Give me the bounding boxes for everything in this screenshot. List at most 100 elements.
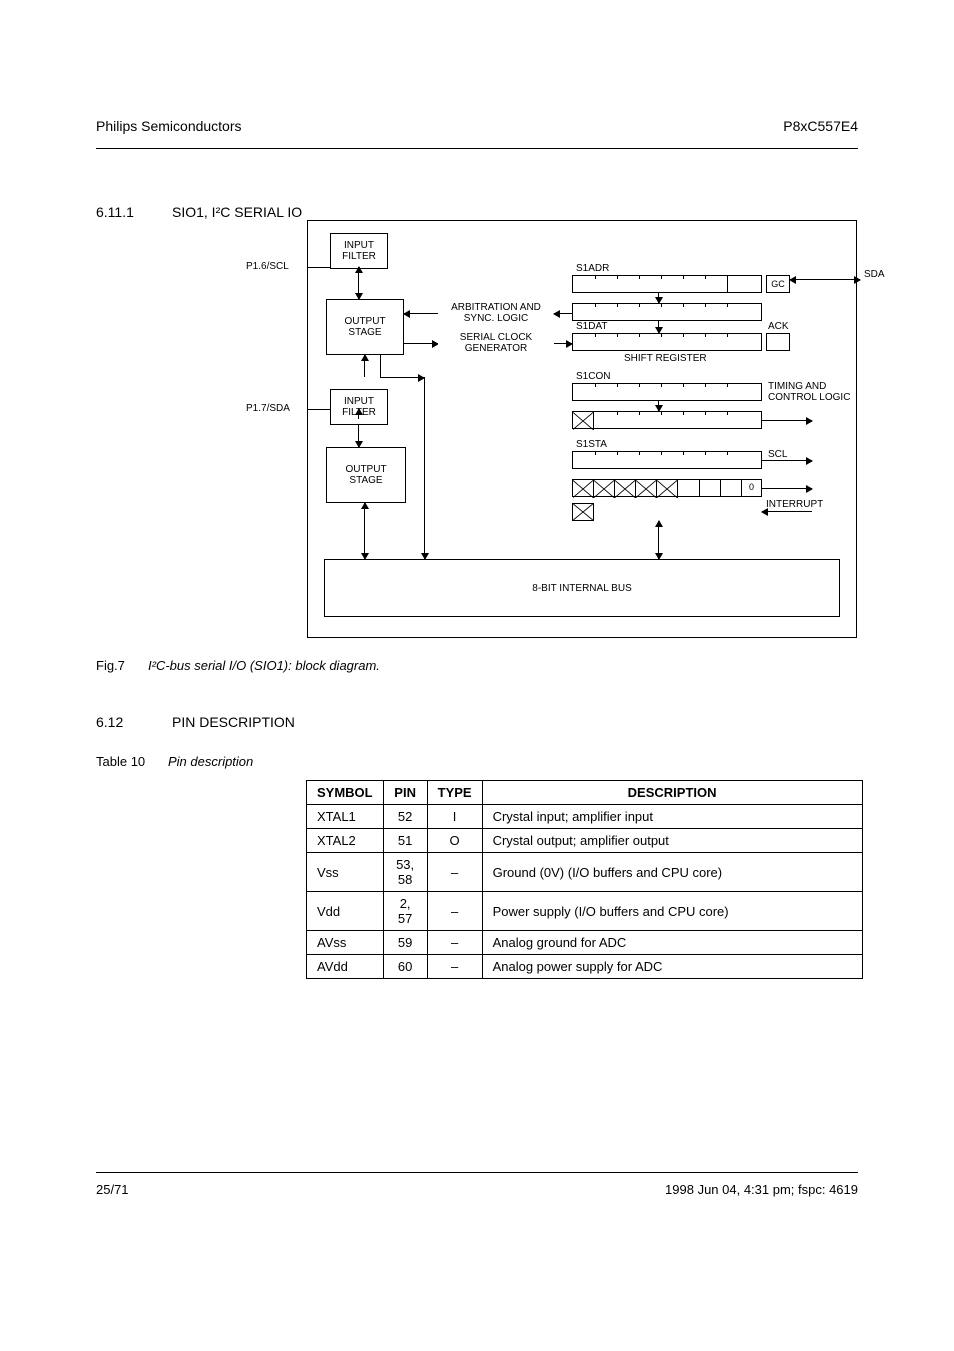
reg-ack	[766, 333, 790, 351]
table-row: XTAL1 52 I Crystal input; amplifier inpu…	[307, 805, 863, 829]
wire	[658, 521, 659, 559]
table-caption-number: Table 10	[96, 754, 145, 769]
table-caption-title: Pin description	[168, 754, 253, 769]
wire	[762, 420, 812, 421]
label-timing: TIMING AND CONTROL LOGIC	[768, 381, 850, 403]
header-vendor: Philips Semiconductors	[96, 118, 242, 134]
reg-control	[572, 411, 762, 429]
page: Philips Semiconductors P8xC557E4 6.11.1 …	[0, 0, 954, 1351]
wire	[364, 525, 365, 559]
block-output-stage-2: OUTPUT STAGE	[326, 447, 406, 503]
label-ack: ACK	[768, 321, 789, 332]
cell-pin: 52	[383, 805, 427, 829]
reg-s1dat	[572, 333, 762, 351]
reg-status: 0	[572, 479, 762, 497]
wire	[762, 460, 812, 461]
wire	[554, 313, 572, 314]
reg-status-zero: 0	[741, 482, 762, 492]
reg-name-s1con: S1CON	[576, 371, 610, 382]
cell-symbol: Vdd	[307, 892, 384, 931]
footer-page: 25/71	[96, 1182, 129, 1197]
header-part: P8xC557E4	[783, 118, 858, 134]
wire	[404, 313, 438, 314]
wire	[358, 269, 359, 299]
label-shift-register: SHIFT REGISTER	[624, 353, 707, 364]
wire	[424, 377, 425, 559]
cell-symbol: AVdd	[307, 955, 384, 979]
col-type: TYPE	[427, 781, 482, 805]
col-symbol: SYMBOL	[307, 781, 384, 805]
cell-type: –	[427, 892, 482, 931]
cell-type: –	[427, 955, 482, 979]
reg-s1con	[572, 383, 762, 401]
table-row: XTAL2 51 O Crystal output; amplifier out…	[307, 829, 863, 853]
cell-pin: 60	[383, 955, 427, 979]
header-rule	[96, 148, 858, 149]
cell-type: –	[427, 853, 482, 892]
col-description: DESCRIPTION	[482, 781, 862, 805]
reg-name-s1adr: S1ADR	[576, 263, 609, 274]
wire	[762, 488, 812, 489]
block-input-filter-1: INPUT FILTER	[330, 233, 388, 269]
section-title: SIO1, I²C SERIAL IO	[172, 204, 302, 220]
wire	[658, 401, 659, 411]
pins-section-number: 6.12	[96, 714, 123, 730]
reg-s1adr-gc: GC	[766, 275, 790, 293]
wire	[554, 343, 572, 344]
wire-sda	[790, 279, 860, 280]
cell-desc: Power supply (I/O buffers and CPU core)	[482, 892, 862, 931]
wire	[308, 409, 330, 410]
cell-pin: 51	[383, 829, 427, 853]
block-input-filter-2: INPUT FILTER	[330, 389, 388, 425]
cell-type: O	[427, 829, 482, 853]
cell-symbol: Vss	[307, 853, 384, 892]
wire	[380, 355, 381, 377]
wire	[658, 293, 659, 303]
cell-desc: Crystal input; amplifier input	[482, 805, 862, 829]
wire	[358, 425, 359, 447]
label-clockgen: SERIAL CLOCK GENERATOR	[438, 333, 554, 353]
cell-desc: Analog power supply for ADC	[482, 955, 862, 979]
footer-rule	[96, 1172, 858, 1173]
wire	[404, 343, 438, 344]
reg-status-extra	[572, 503, 594, 521]
cell-type: I	[427, 805, 482, 829]
footer-date: 1998 Jun 04, 4:31 pm; fspc: 4619	[665, 1182, 858, 1197]
wire	[658, 321, 659, 333]
cell-pin: 53, 58	[383, 853, 427, 892]
wire	[762, 511, 812, 512]
label-scl-pin: P1.6/SCL	[246, 261, 289, 272]
table-header-row: SYMBOL PIN TYPE DESCRIPTION	[307, 781, 863, 805]
reg-s1adr	[572, 275, 762, 293]
cell-pin: 59	[383, 931, 427, 955]
table-row: AVdd 60 – Analog power supply for ADC	[307, 955, 863, 979]
figure-caption-title: I²C-bus serial I/O (SIO1): block diagram…	[148, 658, 380, 673]
label-interrupt: INTERRUPT	[766, 499, 823, 510]
col-pin: PIN	[383, 781, 427, 805]
pins-section-title: PIN DESCRIPTION	[172, 714, 295, 730]
label-sda-pin: P1.7/SDA	[246, 403, 290, 414]
block-output-stage-1: OUTPUT STAGE	[326, 299, 404, 355]
block-diagram: P1.6/SCL INPUT FILTER OUTPUT STAGE ARBIT…	[307, 220, 857, 638]
wire	[308, 267, 330, 268]
table-row: Vdd 2, 57 – Power supply (I/O buffers an…	[307, 892, 863, 931]
table-row: AVss 59 – Analog ground for ADC	[307, 931, 863, 955]
cell-symbol: XTAL2	[307, 829, 384, 853]
table-row: Vss 53, 58 – Ground (0V) (I/O buffers an…	[307, 853, 863, 892]
cell-type: –	[427, 931, 482, 955]
label-arbitration: ARBITRATION AND SYNC. LOGIC	[438, 303, 554, 323]
label-sda-out: SDA	[864, 269, 885, 280]
cell-desc: Ground (0V) (I/O buffers and CPU core)	[482, 853, 862, 892]
reg-compare	[572, 303, 762, 321]
wire	[358, 409, 359, 419]
wire	[380, 377, 424, 378]
wire	[364, 503, 365, 525]
figure-caption-number: Fig.7	[96, 658, 125, 673]
cell-desc: Crystal output; amplifier output	[482, 829, 862, 853]
section-number: 6.11.1	[96, 204, 134, 220]
cell-pin: 2, 57	[383, 892, 427, 931]
cell-symbol: AVss	[307, 931, 384, 955]
cell-symbol: XTAL1	[307, 805, 384, 829]
pin-table: SYMBOL PIN TYPE DESCRIPTION XTAL1 52 I C…	[306, 780, 863, 979]
reg-s1sta-bits	[572, 451, 762, 469]
